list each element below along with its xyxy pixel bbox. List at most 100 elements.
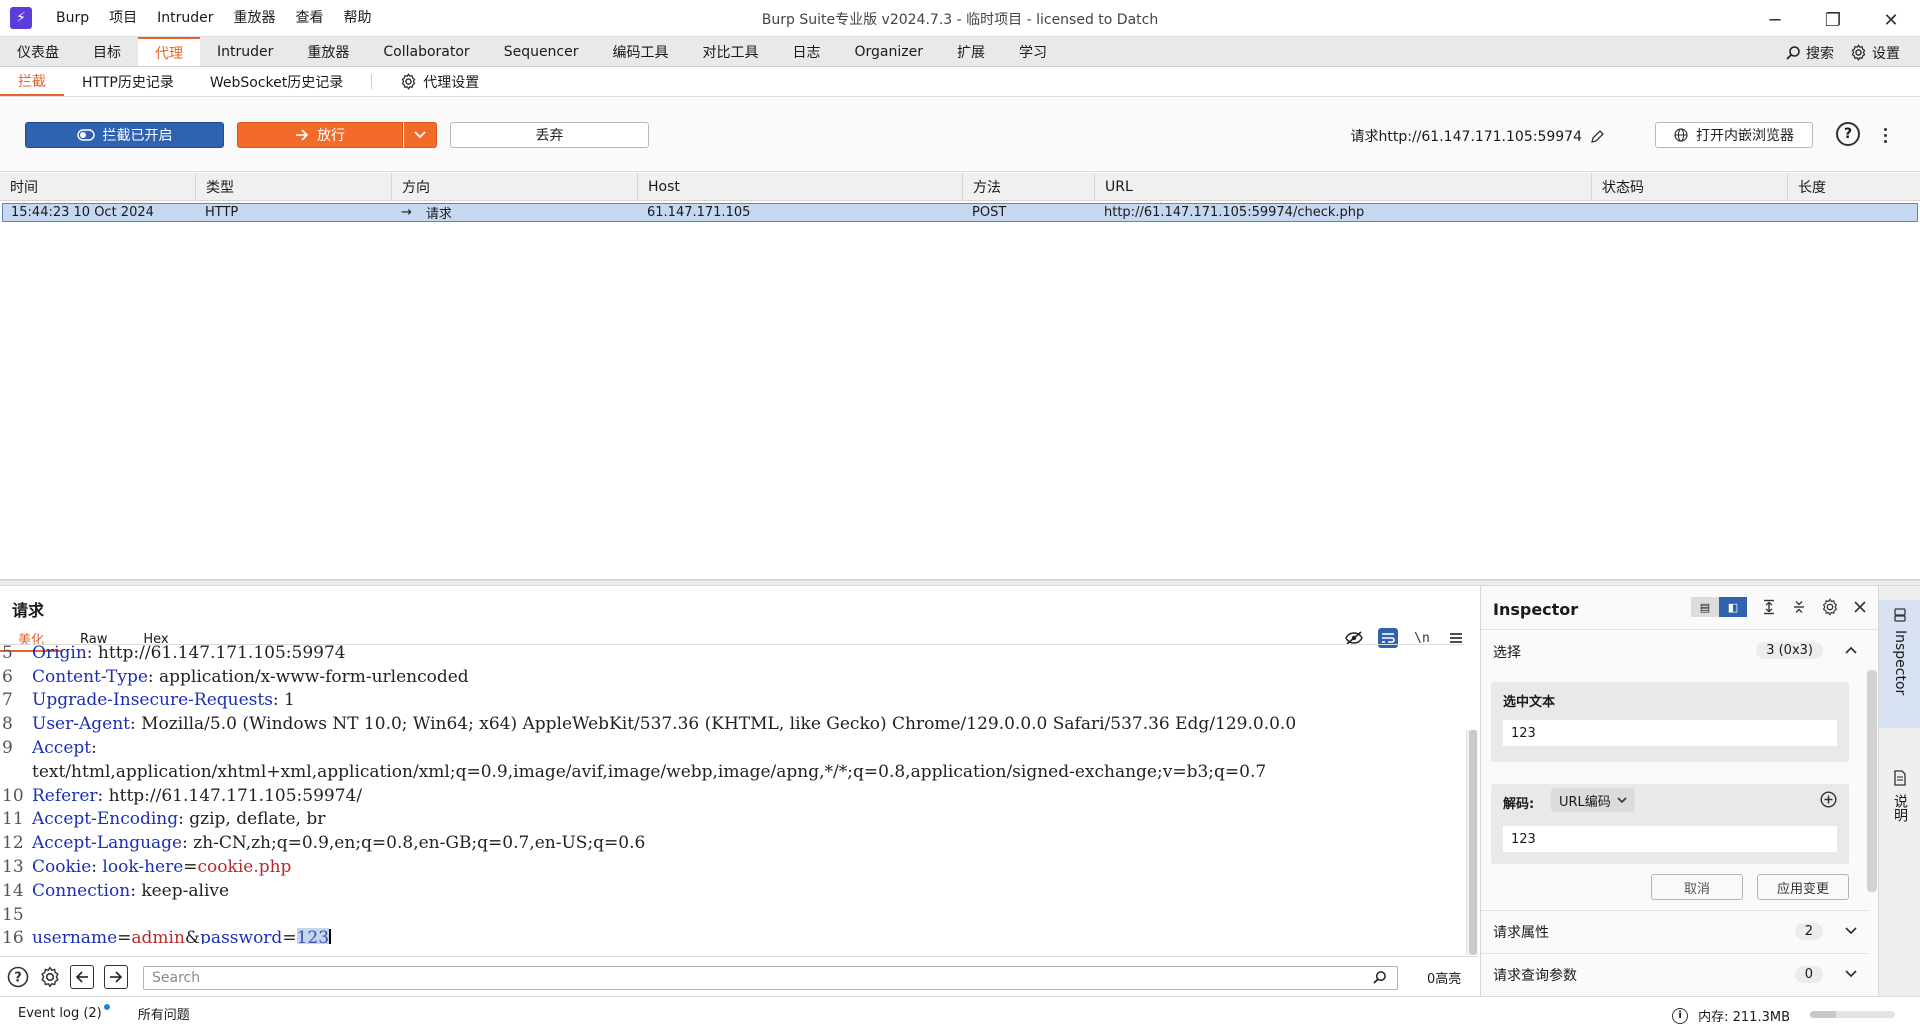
editor-scrollbar[interactable] (1466, 730, 1478, 955)
tab-target[interactable]: 目标 (76, 37, 138, 66)
apply-changes-button[interactable]: 应用变更 (1757, 874, 1849, 900)
drop-button[interactable]: 丢弃 (450, 122, 649, 148)
inspector-scrollbar[interactable] (1867, 670, 1877, 892)
notification-dot (103, 1004, 110, 1010)
previous-match-button[interactable] (70, 965, 94, 989)
chevron-down-icon[interactable] (1845, 923, 1857, 939)
menu-burp[interactable]: Burp (46, 0, 99, 36)
column-direction[interactable]: 方向 (392, 173, 638, 200)
chevron-down-icon[interactable] (1845, 966, 1857, 982)
settings-button[interactable]: 设置 (1850, 43, 1900, 63)
request-code-view[interactable]: 5 Origin: http://61.147.171.105:59974 6 Co… (0, 644, 1464, 944)
tab-collaborator[interactable]: Collaborator (366, 37, 486, 66)
menu-view[interactable]: 查看 (286, 0, 334, 36)
proxy-settings-button[interactable]: 代理设置 (382, 67, 497, 96)
add-circle-icon[interactable] (1820, 791, 1837, 808)
selection-section[interactable]: 选择 3 (0x3) (1481, 630, 1869, 674)
code-line: 12 Accept-Language: zh-CN,zh;q=0.9,en;q=0… (2, 833, 646, 854)
editor-title: 请求 (12, 601, 45, 620)
column-status[interactable]: 状态码 (1592, 173, 1788, 200)
cancel-button[interactable]: 取消 (1651, 874, 1743, 900)
close-window-button[interactable]: ✕ (1862, 0, 1920, 40)
restore-button[interactable]: ❐ (1804, 0, 1862, 40)
request-target: 请求http://61.147.171.105:59974 (1351, 126, 1605, 146)
info-icon[interactable]: i (1672, 1007, 1689, 1024)
editor-scroll-thumb[interactable] (1469, 730, 1477, 955)
subtab-intercept[interactable]: 拦截 (0, 67, 64, 96)
request-attributes-section[interactable]: 请求属性 2 (1481, 910, 1869, 954)
subtab-websocket-history[interactable]: WebSocket历史记录 (192, 67, 361, 96)
tab-comparer[interactable]: 对比工具 (686, 37, 776, 66)
more-options-icon[interactable] (1880, 122, 1890, 148)
settings-label: 设置 (1872, 45, 1900, 62)
search-button[interactable]: 搜索 (1785, 43, 1834, 63)
tab-logger[interactable]: 日志 (776, 37, 838, 66)
title-bar: ⚡ Burp 项目 Intruder 重放器 查看 帮助 Burp Suite专… (0, 0, 1920, 36)
tab-learn[interactable]: 学习 (1002, 37, 1064, 66)
collapse-all-icon[interactable] (1791, 599, 1807, 615)
tab-sequencer[interactable]: Sequencer (487, 37, 596, 66)
minimize-button[interactable]: ─ (1746, 0, 1804, 40)
code-line: 14 Connection: keep-alive (2, 880, 230, 901)
query-params-section[interactable]: 请求查询参数 0 (1481, 954, 1869, 996)
cell-host: 61.147.171.105 (647, 205, 751, 220)
chevron-down-icon (1617, 796, 1627, 803)
memory-bar-fill (1810, 1011, 1836, 1018)
selected-text-field[interactable]: 123 (1503, 720, 1837, 746)
decode-label: 解码: (1503, 797, 1535, 812)
cell-method: POST (972, 205, 1007, 220)
layout-toggle[interactable]: ▤ ◧ (1691, 597, 1747, 617)
menu-intruder[interactable]: Intruder (147, 0, 223, 36)
gear-icon[interactable] (38, 965, 62, 989)
help-icon[interactable]: ? (1836, 122, 1860, 146)
chevron-up-icon[interactable] (1845, 642, 1857, 658)
drop-label: 丢弃 (535, 128, 564, 144)
chevron-down-icon (414, 131, 426, 139)
selection-label: 选择 (1493, 645, 1521, 661)
intercept-controls: 拦截已开启 放行 丢弃 请求http://61.147.171.105:5997… (0, 98, 1920, 172)
forward-button[interactable]: 放行 (237, 122, 403, 148)
tab-dashboard[interactable]: 仪表盘 (0, 37, 76, 66)
search-icon (1372, 970, 1387, 989)
all-issues-link[interactable]: 所有问题 (138, 1004, 190, 1023)
tab-repeater[interactable]: 重放器 (290, 37, 366, 66)
tab-extensions[interactable]: 扩展 (940, 37, 1002, 66)
next-match-button[interactable] (104, 965, 128, 989)
subtab-http-history[interactable]: HTTP历史记录 (64, 67, 192, 96)
side-tab-notes[interactable]: 说明 (1879, 764, 1920, 844)
help-icon[interactable]: ? (6, 965, 30, 989)
tab-intruder[interactable]: Intruder (200, 37, 290, 66)
side-tab-inspector[interactable]: Inspector (1879, 600, 1920, 728)
expand-all-icon[interactable] (1761, 599, 1777, 615)
decode-type-select[interactable]: URL编码 (1551, 788, 1635, 812)
decoded-value-field[interactable]: 123 (1503, 826, 1837, 852)
highlight-count: 0高亮 (1427, 972, 1462, 987)
event-log-link[interactable]: Event log (2) (18, 1004, 110, 1021)
layout-list-icon[interactable]: ▤ (1691, 597, 1719, 617)
column-host[interactable]: Host (638, 173, 963, 200)
column-method[interactable]: 方法 (963, 173, 1095, 200)
search-input[interactable]: Search (143, 966, 1398, 990)
column-url[interactable]: URL (1095, 173, 1592, 200)
tab-proxy[interactable]: 代理 (138, 37, 200, 66)
code-line: text/html,application/xhtml+xml,applicat… (32, 761, 1267, 782)
menu-help[interactable]: 帮助 (334, 0, 382, 36)
tab-organizer[interactable]: Organizer (838, 37, 940, 66)
intercept-toggle-button[interactable]: 拦截已开启 (25, 122, 224, 148)
column-type[interactable]: 类型 (196, 173, 392, 200)
menu-project[interactable]: 项目 (99, 0, 147, 36)
menu-repeater[interactable]: 重放器 (224, 0, 286, 36)
gear-icon[interactable] (1821, 598, 1839, 616)
tab-decoder[interactable]: 编码工具 (596, 37, 686, 66)
open-browser-button[interactable]: 打开内嵌浏览器 (1655, 122, 1813, 148)
cell-direction-label: 请求 (425, 207, 452, 222)
pencil-icon[interactable] (1590, 129, 1605, 144)
code-line: 8 User-Agent: Mozilla/5.0 (Windows NT 10.… (2, 714, 1297, 735)
layout-split-icon[interactable]: ◧ (1719, 597, 1747, 617)
close-icon[interactable] (1853, 600, 1867, 614)
search-label: 搜索 (1806, 45, 1834, 62)
table-row[interactable]: 15:44:23 10 Oct 2024 HTTP → 请求 61.147.17… (2, 203, 1918, 222)
column-time[interactable]: 时间 (0, 173, 196, 200)
column-length[interactable]: 长度 (1788, 173, 1918, 200)
forward-options-button[interactable] (403, 122, 437, 148)
